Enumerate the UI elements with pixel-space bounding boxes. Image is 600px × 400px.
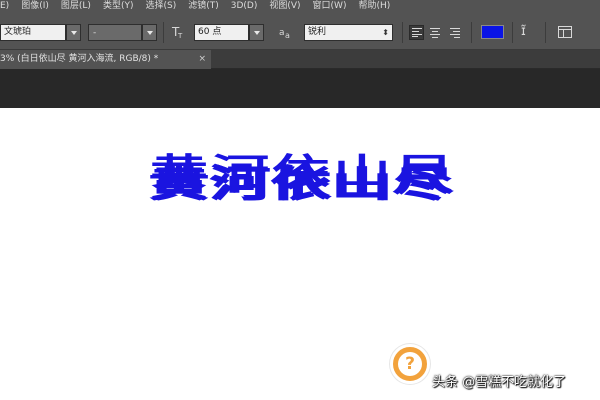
menu-image[interactable]: 图像(I) <box>15 0 55 13</box>
separator <box>512 22 513 43</box>
antialias-icon: a <box>279 28 285 38</box>
separator <box>545 22 546 43</box>
document-tab[interactable]: 3% (白日依山尽 黄河入海流, RGB/8) * × <box>0 50 211 69</box>
font-family-field[interactable]: 文琥珀 <box>0 24 66 41</box>
menu-bar: E) 图像(I) 图层(L) 类型(Y) 选择(S) 滤镜(T) 3D(D) 视… <box>0 0 600 13</box>
text-color-swatch[interactable] <box>481 25 504 39</box>
font-size-dropdown[interactable] <box>249 24 264 41</box>
align-center-button[interactable] <box>428 25 443 40</box>
close-icon[interactable]: × <box>198 50 206 69</box>
antialias-value: 锐利 <box>308 27 327 37</box>
antialias-field[interactable]: 锐利 ⬍ <box>304 24 393 41</box>
watermark-logo: ? <box>390 344 430 384</box>
menu-window[interactable]: 窗口(W) <box>307 0 353 13</box>
menu-edit[interactable]: E) <box>0 0 15 13</box>
chevron-down-icon <box>146 30 153 35</box>
separator <box>471 22 472 43</box>
font-family-dropdown[interactable] <box>66 24 81 41</box>
document-tab-title: 3% (白日依山尽 黄河入海流, RGB/8) * <box>0 54 159 64</box>
warp-text-icon[interactable]: ɪ̃ <box>521 25 526 38</box>
chevron-down-icon <box>70 30 77 35</box>
menu-layer[interactable]: 图层(L) <box>55 0 97 13</box>
font-style-field[interactable]: - <box>88 24 142 41</box>
updown-icon: ⬍ <box>382 28 389 37</box>
panels-toggle-icon[interactable] <box>558 26 572 38</box>
separator <box>402 22 403 43</box>
font-size-field[interactable]: 60 点 <box>194 24 249 41</box>
watermark-text: 头条 @雪糕不吃就化了 <box>432 375 567 390</box>
separator <box>163 22 164 43</box>
options-bar: 文琥珀 - T T 60 点 a a 锐利 ⬍ ɪ̃ <box>0 13 600 50</box>
menu-type[interactable]: 类型(Y) <box>97 0 140 13</box>
menu-view[interactable]: 视图(V) <box>263 0 306 13</box>
workspace-area <box>0 69 600 108</box>
document-tab-bar: 3% (白日依山尽 黄河入海流, RGB/8) * × <box>0 50 600 69</box>
menu-filter[interactable]: 滤镜(T) <box>182 0 225 13</box>
font-style-dropdown[interactable] <box>142 24 157 41</box>
canvas-text-layer[interactable]: 黄河依山尽 <box>150 161 455 204</box>
align-left-button[interactable] <box>409 25 424 40</box>
menu-3d[interactable]: 3D(D) <box>225 0 264 13</box>
menu-select[interactable]: 选择(S) <box>139 0 182 13</box>
align-right-button[interactable] <box>448 25 463 40</box>
font-size-icon-small: T <box>178 32 183 40</box>
question-icon: ? <box>398 352 422 376</box>
chevron-down-icon <box>253 30 260 35</box>
document-canvas[interactable] <box>0 108 600 400</box>
menu-help[interactable]: 帮助(H) <box>352 0 396 13</box>
antialias-icon-small: a <box>285 31 290 40</box>
